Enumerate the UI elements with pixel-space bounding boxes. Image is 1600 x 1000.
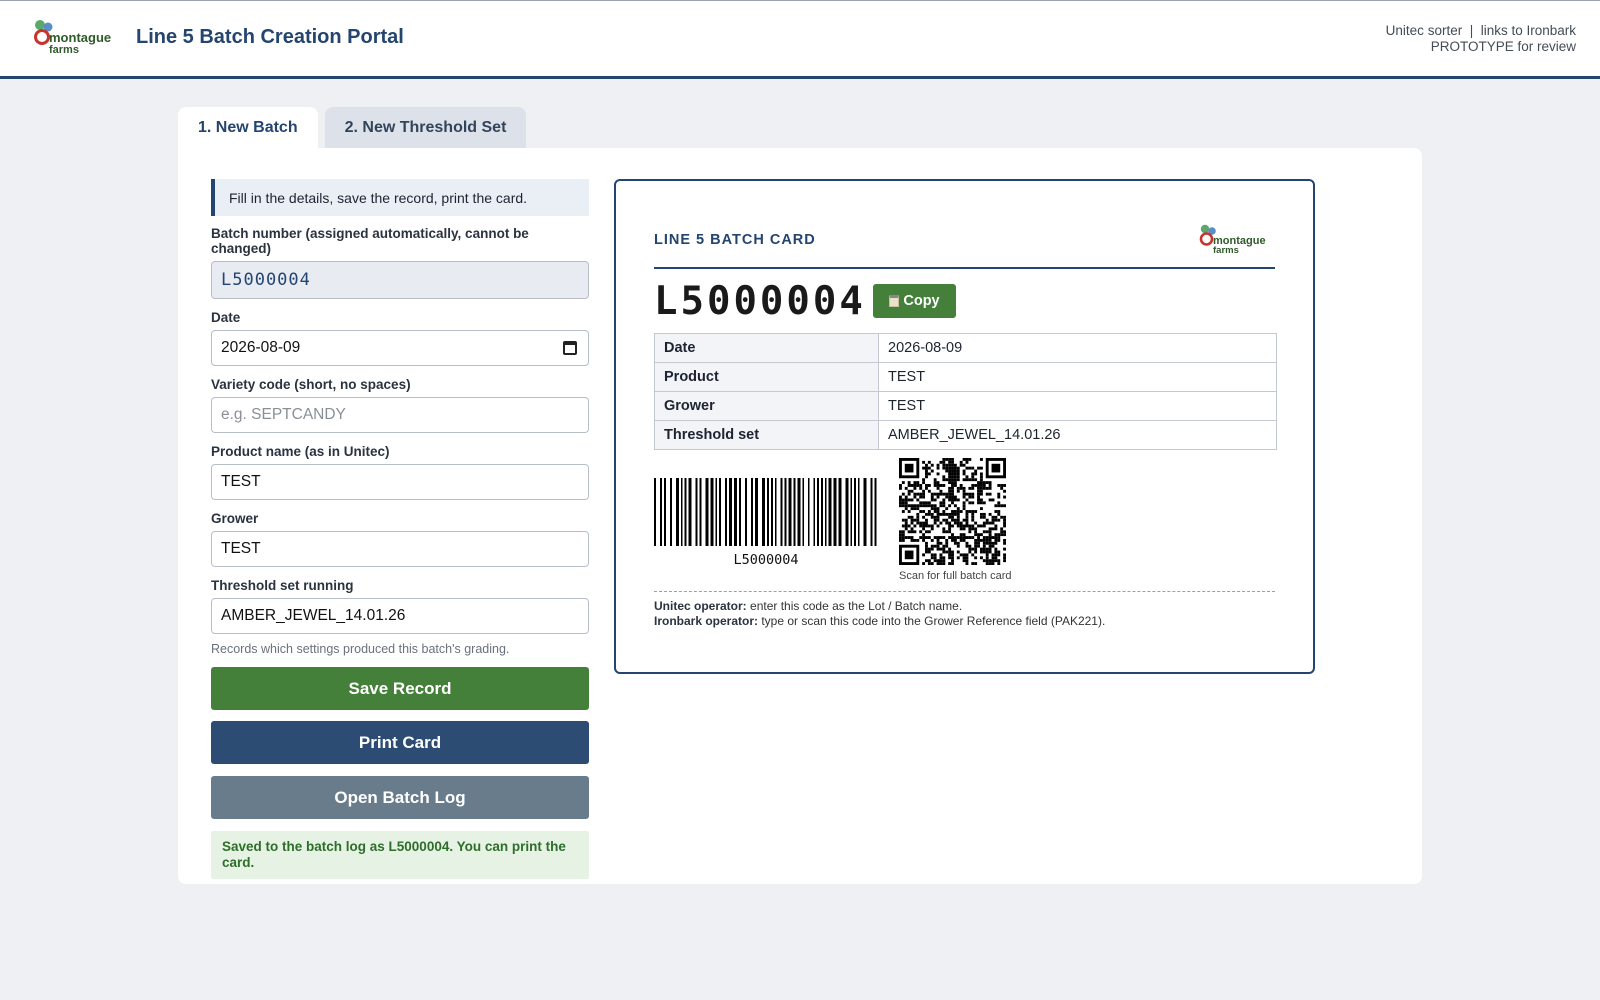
unitec-note-label: Unitec operator:: [654, 599, 747, 613]
print-card-button[interactable]: Print Card: [211, 721, 589, 764]
row-value: TEST: [878, 391, 1277, 421]
card-logo: montague farms: [1199, 224, 1266, 255]
ironbark-note-text: type or scan this code into the Grower R…: [758, 613, 1106, 628]
row-key: Grower: [654, 391, 879, 421]
card-dashed-divider: [654, 591, 1275, 592]
open-batch-log-button[interactable]: Open Batch Log: [211, 776, 589, 819]
svg-text:montague: montague: [49, 30, 111, 45]
tab-new-threshold-set[interactable]: 2. New Threshold Set: [324, 107, 527, 148]
table-row: Grower TEST: [654, 391, 1277, 421]
app-header: montague farms Line 5 Batch Creation Por…: [0, 0, 1600, 79]
row-value: AMBER_JEWEL_14.01.26: [878, 420, 1277, 450]
card-title: LINE 5 BATCH CARD: [654, 232, 816, 248]
montague-farms-logo: montague farms: [34, 20, 111, 56]
qr-code-image: [899, 458, 1006, 565]
card-divider: [654, 267, 1275, 269]
variety-code-field[interactable]: e.g. SEPTCANDY: [211, 397, 589, 433]
date-field[interactable]: 2026-08-09: [211, 330, 589, 366]
calendar-icon[interactable]: [563, 341, 577, 355]
batch-number-label: Batch number (assigned automatically, ca…: [211, 226, 529, 256]
row-key: Date: [654, 333, 879, 363]
success-message: Saved to the batch log as L5000004. You …: [211, 831, 589, 879]
row-value: TEST: [878, 362, 1277, 392]
svg-text:farms: farms: [49, 44, 79, 56]
date-label: Date: [211, 310, 241, 325]
product-name-field[interactable]: TEST: [211, 464, 589, 500]
grower-label: Grower: [211, 511, 259, 526]
product-label: Product name (as in Unitec): [211, 444, 390, 459]
clipboard-icon: [889, 295, 900, 307]
main-panel: Fill in the details, save the record, pr…: [178, 148, 1422, 884]
date-value: 2026-08-09: [221, 339, 301, 356]
info-banner: Fill in the details, save the record, pr…: [211, 179, 589, 216]
header-info: Unitec sorter | links to Ironbark PROTOT…: [1386, 23, 1576, 55]
row-key: Product: [654, 362, 879, 392]
table-row: Product TEST: [654, 362, 1277, 392]
table-row: Threshold set AMBER_JEWEL_14.01.26: [654, 420, 1277, 450]
tab-bar: 1. New Batch 2. New Threshold Set: [178, 107, 527, 148]
tab-new-batch[interactable]: 1. New Batch: [178, 107, 318, 148]
row-key: Threshold set: [654, 420, 879, 450]
unitec-note: Unitec operator: enter this code as the …: [654, 599, 1105, 614]
header-info-line2: PROTOTYPE for review: [1430, 39, 1576, 54]
barcode-text: L5000004: [733, 552, 799, 568]
threshold-label: Threshold set running: [211, 578, 354, 593]
batch-card: LINE 5 BATCH CARD montague farms L500000…: [614, 179, 1315, 674]
svg-text:farms: farms: [1213, 245, 1239, 255]
threshold-set-field[interactable]: AMBER_JEWEL_14.01.26: [211, 598, 589, 634]
copy-label: Copy: [903, 293, 940, 309]
copy-button[interactable]: Copy: [873, 284, 956, 318]
ironbark-note: Ironbark operator: type or scan this cod…: [654, 614, 1105, 629]
operator-notes: Unitec operator: enter this code as the …: [654, 599, 1105, 628]
batch-number-field: L5000004: [211, 261, 589, 299]
table-row: Date 2026-08-09: [654, 333, 1277, 363]
qr-caption: Scan for full batch card: [899, 570, 1012, 582]
save-record-button[interactable]: Save Record: [211, 667, 589, 710]
batch-form: Fill in the details, save the record, pr…: [211, 179, 589, 879]
app-title: Line 5 Batch Creation Portal: [136, 26, 404, 48]
threshold-hint: Records which settings produced this bat…: [211, 642, 510, 656]
header-info-line1: Unitec sorter | links to Ironbark: [1385, 23, 1576, 38]
grower-field[interactable]: TEST: [211, 531, 589, 567]
batch-code: L5000004: [654, 279, 866, 324]
variety-label: Variety code (short, no spaces): [211, 377, 411, 392]
ironbark-note-label: Ironbark operator:: [654, 613, 759, 628]
card-details-table: Date 2026-08-09 Product TEST Grower TEST…: [654, 333, 1277, 450]
unitec-note-text: enter this code as the Lot / Batch name.: [746, 599, 963, 613]
row-value: 2026-08-09: [878, 333, 1277, 363]
barcode-image: [654, 478, 877, 546]
